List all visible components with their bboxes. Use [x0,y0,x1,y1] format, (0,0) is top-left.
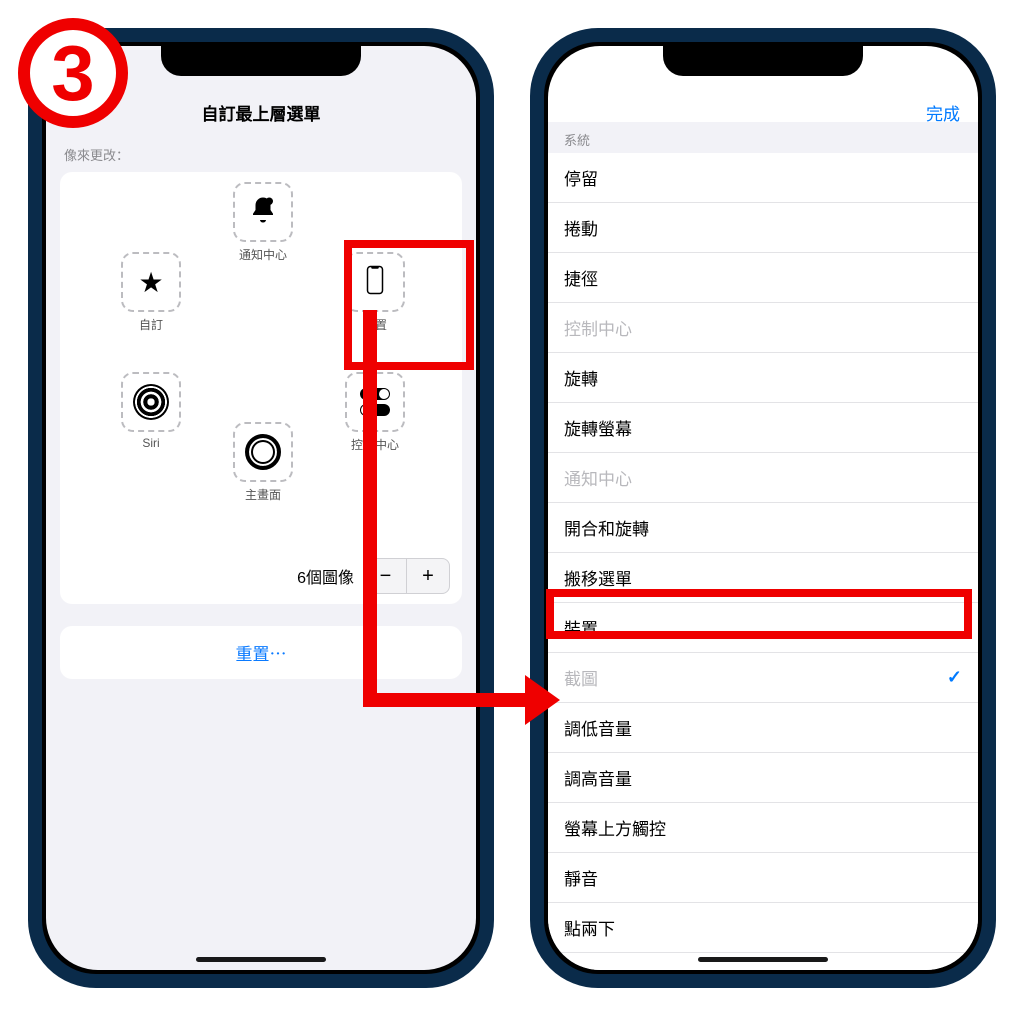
list-row[interactable]: 靜音 [548,853,978,903]
slot-notification-center[interactable]: 通知中心 [232,182,294,263]
list-row-label: 通知中心 [564,465,632,490]
bell-icon [248,195,278,230]
list-row: 截圖 ✓ [548,653,978,703]
slot-custom[interactable]: ★ 自訂 [120,252,182,333]
list-row-label: 螢幕上方觸控 [564,815,666,840]
list-row[interactable]: 停留 [548,153,978,203]
list-row-label: 調高音量 [564,765,632,790]
action-list[interactable]: 系統停留捲動捷徑控制中心旋轉旋轉螢幕通知中心開合和旋轉搬移選單裝置截圖✓調低音量… [548,122,978,970]
slot-label: Siri [120,436,182,450]
list-row-label: 開合和旋轉 [564,515,649,540]
list-row[interactable]: 旋轉 [548,353,978,403]
slot-siri[interactable]: Siri [120,372,182,450]
star-icon: ★ [138,266,163,299]
checkmark-icon: ✓ [947,667,962,688]
list-row-label: 旋轉螢幕 [564,415,632,440]
list-row[interactable]: 開合和旋轉 [548,503,978,553]
home-indicator [196,957,326,962]
notch [663,46,863,76]
slot-label: 自訂 [120,316,182,333]
list-row-label: 鎖定螢幕 [564,965,632,970]
list-row[interactable]: 捷徑 [548,253,978,303]
icon-count-label: 6個圖像 [297,564,354,588]
list-row-label: 停留 [564,165,598,190]
list-row-label: 捲動 [564,215,598,240]
list-row-label: 捷徑 [564,265,598,290]
list-row-label: 控制中心 [564,315,632,340]
list-row[interactable]: 調低音量 [548,703,978,753]
list-row-label: 靜音 [564,865,598,890]
list-row[interactable]: 捲動 [548,203,978,253]
list-row: 控制中心 [548,303,978,353]
annotation-highlight-screenshot [546,589,972,639]
list-row[interactable]: 螢幕上方觸控 [548,803,978,853]
list-row-label: 截圖 [564,665,598,690]
step-number-badge: 3 [18,18,128,128]
list-row-label: 搬移選單 [564,565,632,590]
notch [161,46,361,76]
list-row-label: 點兩下 [564,915,615,940]
home-indicator [698,957,828,962]
phone-frame-right: 完成 系統停留捲動捷徑控制中心旋轉旋轉螢幕通知中心開合和旋轉搬移選單裝置截圖✓調… [530,28,996,988]
list-row: 通知中心 [548,453,978,503]
slot-home[interactable]: 主畫面 [232,422,294,503]
section-header-system: 系統 [548,122,978,153]
list-row[interactable]: 旋轉螢幕 [548,403,978,453]
slot-label: 主畫面 [232,486,294,503]
list-row-label: 旋轉 [564,365,598,390]
siri-icon [133,384,169,420]
slot-label: 通知中心 [232,246,294,263]
home-icon [245,434,281,470]
list-row[interactable]: 調高音量 [548,753,978,803]
annotation-arrow [350,310,560,740]
list-row-label: 調低音量 [564,715,632,740]
list-row[interactable]: 點兩下 [548,903,978,953]
hint-text: 像來更改： [46,137,476,168]
